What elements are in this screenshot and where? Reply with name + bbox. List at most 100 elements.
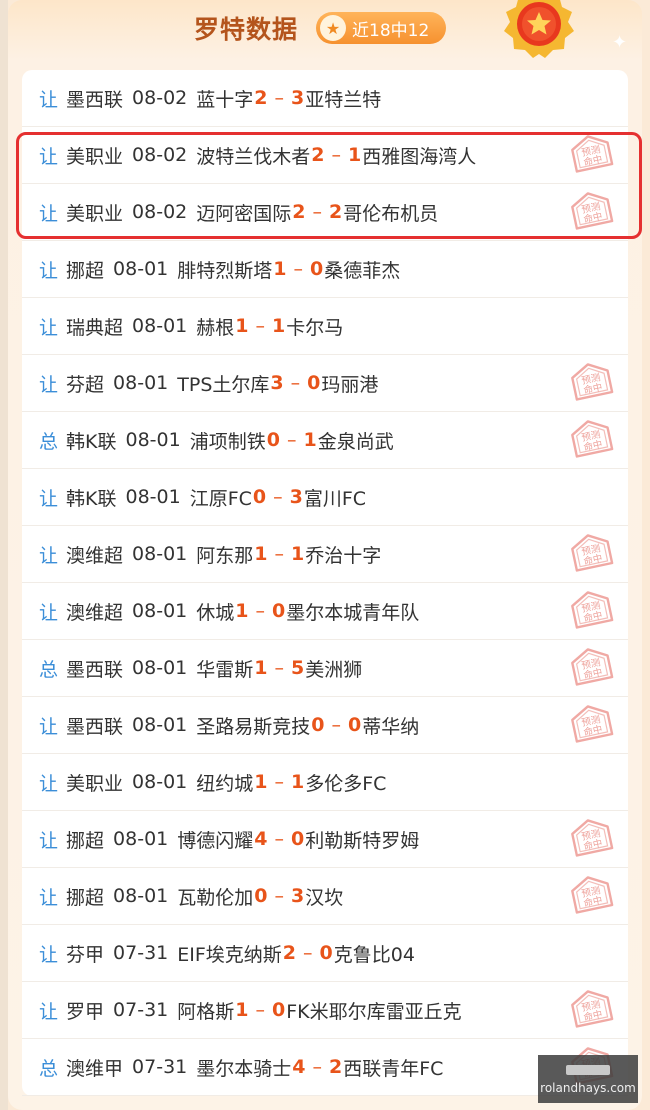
home-score: 1 bbox=[235, 315, 249, 337]
match-row[interactable]: 让美职业 08-02 迈阿密国际 2–2 哥伦布机员 预测 命中 bbox=[22, 184, 628, 241]
away-score: 3 bbox=[291, 885, 305, 907]
score-dash: – bbox=[255, 600, 266, 622]
match-row[interactable]: 让美职业 08-02 波特兰伐木者 2–1 西雅图海湾人 预测 命中 bbox=[22, 127, 628, 184]
away-score: 1 bbox=[272, 315, 286, 337]
league-name: 挪超 bbox=[66, 829, 105, 852]
match-row[interactable]: 让澳维超 08-01 休城 1–0 墨尔本城青年队 预测 命中 bbox=[22, 583, 628, 640]
away-team: 利勒斯特罗姆 bbox=[305, 829, 420, 852]
prediction-hit-stamp-icon: 预测 命中 bbox=[566, 703, 618, 749]
match-date: 08-01 bbox=[132, 771, 188, 793]
bet-type-label: 让 bbox=[39, 316, 59, 339]
match-date: 08-01 bbox=[113, 372, 169, 394]
home-team: 纽约城 bbox=[196, 772, 254, 795]
league-name: 墨西联 bbox=[66, 715, 124, 738]
bet-type-label: 让 bbox=[39, 943, 59, 966]
match-row[interactable]: 让罗甲 07-31 阿格斯 1–0 FK米耶尔库雷亚丘克 预测 命中 bbox=[22, 982, 628, 1039]
prediction-hit-stamp-icon: 预测 命中 bbox=[566, 589, 618, 635]
score-dash: – bbox=[274, 885, 285, 907]
home-team: 腓特烈斯塔 bbox=[177, 259, 273, 282]
bet-type-label: 让 bbox=[39, 829, 59, 852]
match-row[interactable]: 让芬超 08-01 TPS土尔库 3–0 玛丽港 预测 命中 bbox=[22, 355, 628, 412]
away-team: 汉坎 bbox=[305, 886, 344, 909]
home-score: 2 bbox=[254, 87, 268, 109]
score-dash: – bbox=[274, 543, 285, 565]
away-team: 蒂华纳 bbox=[362, 715, 420, 738]
home-team: 瓦勒伦加 bbox=[177, 886, 254, 909]
match-row[interactable]: 让墨西联 08-02 蓝十字 2–3 亚特兰特 bbox=[22, 70, 628, 127]
score-dash: – bbox=[255, 315, 266, 337]
home-team: 墨尔本骑士 bbox=[196, 1057, 292, 1080]
home-score: 0 bbox=[266, 429, 280, 451]
league-name: 美职业 bbox=[66, 772, 124, 795]
home-score: 4 bbox=[292, 1056, 306, 1078]
away-team: 乔治十字 bbox=[305, 544, 382, 567]
match-date: 08-01 bbox=[113, 258, 169, 280]
match-row[interactable]: 让挪超 08-01 瓦勒伦加 0–3 汉坎 预测 命中 bbox=[22, 868, 628, 925]
score-dash: – bbox=[286, 429, 297, 451]
away-score: 3 bbox=[291, 87, 305, 109]
away-team: 桑德菲杰 bbox=[324, 259, 401, 282]
match-row[interactable]: 让韩K联 08-01 江原FC 0–3 富川FC bbox=[22, 469, 628, 526]
away-team: 西雅图海湾人 bbox=[362, 145, 477, 168]
match-list: 让墨西联 08-02 蓝十字 2–3 亚特兰特让美职业 08-02 波特兰伐木者 2–1 西雅图… bbox=[22, 70, 628, 1096]
home-score: 2 bbox=[282, 942, 297, 964]
away-score: 1 bbox=[303, 429, 317, 451]
away-team: 多伦多FC bbox=[305, 772, 387, 795]
match-row[interactable]: 总墨西联 08-01 华雷斯 1–5 美洲狮 预测 命中 bbox=[22, 640, 628, 697]
home-team: 博德闪耀 bbox=[177, 829, 254, 852]
bet-type-label: 让 bbox=[39, 88, 59, 111]
home-team: 迈阿密国际 bbox=[196, 202, 292, 225]
match-row[interactable]: 让挪超 08-01 腓特烈斯塔 1–0 桑德菲杰 bbox=[22, 241, 628, 298]
match-date: 08-01 bbox=[113, 828, 169, 850]
match-row[interactable]: 让芬甲 07-31 EIF埃克纳斯 2–0 克鲁比04 bbox=[22, 925, 628, 982]
home-team: 蓝十字 bbox=[196, 88, 254, 111]
match-date: 08-02 bbox=[132, 201, 188, 223]
prediction-hit-stamp-icon: 预测 命中 bbox=[566, 532, 618, 578]
bet-type-label: 让 bbox=[39, 1000, 59, 1023]
match-row[interactable]: 让澳维超 08-01 阿东那 1–1 乔治十字 预测 命中 bbox=[22, 526, 628, 583]
match-row[interactable]: 总韩K联 08-01 浦项制铁 0–1 金泉尚武 预测 命中 bbox=[22, 412, 628, 469]
bet-type-label: 让 bbox=[39, 259, 59, 282]
match-date: 08-02 bbox=[132, 87, 188, 109]
home-team: 波特兰伐木者 bbox=[196, 145, 311, 168]
record-badge-label: 近18中12 bbox=[352, 20, 430, 41]
bet-type-label: 让 bbox=[39, 544, 59, 567]
score-dash: – bbox=[293, 258, 304, 280]
league-name: 芬甲 bbox=[66, 943, 105, 966]
match-row[interactable]: 让美职业 08-01 纽约城 1–1 多伦多FC bbox=[22, 754, 628, 811]
score-dash: – bbox=[331, 714, 342, 736]
match-row[interactable]: 让墨西联 08-01 圣路易斯竞技 0–0 蒂华纳 预测 命中 bbox=[22, 697, 628, 754]
home-score: 1 bbox=[235, 600, 249, 622]
bet-type-label: 让 bbox=[39, 373, 59, 396]
match-row[interactable]: 让挪超 08-01 博德闪耀 4–0 利勒斯特罗姆 预测 命中 bbox=[22, 811, 628, 868]
home-score: 2 bbox=[292, 201, 306, 223]
score-dash: – bbox=[312, 201, 323, 223]
prediction-hit-stamp-icon: 预测 命中 bbox=[566, 646, 618, 692]
prediction-hit-stamp-icon: 预测 命中 bbox=[566, 190, 618, 236]
bet-type-label: 让 bbox=[39, 715, 59, 738]
home-score: 4 bbox=[254, 828, 268, 850]
score-dash: – bbox=[274, 828, 285, 850]
home-team: TPS土尔库 bbox=[177, 373, 270, 396]
home-team: EIF埃克纳斯 bbox=[177, 943, 282, 966]
league-name: 罗甲 bbox=[66, 1000, 105, 1023]
away-score: 1 bbox=[348, 144, 362, 166]
bet-type-label: 总 bbox=[39, 658, 59, 681]
home-score: 1 bbox=[254, 657, 268, 679]
away-score: 0 bbox=[307, 372, 321, 394]
match-row[interactable]: 让瑞典超 08-01 赫根 1–1 卡尔马 bbox=[22, 298, 628, 355]
away-score: 1 bbox=[291, 771, 305, 793]
home-team: 浦项制铁 bbox=[189, 430, 266, 453]
home-score: 1 bbox=[254, 543, 268, 565]
league-name: 澳维甲 bbox=[66, 1057, 124, 1080]
home-score: 0 bbox=[254, 885, 268, 907]
home-team: 江原FC bbox=[189, 487, 252, 510]
match-date: 08-01 bbox=[113, 885, 169, 907]
away-team: 亚特兰特 bbox=[305, 88, 382, 111]
away-score: 0 bbox=[310, 258, 324, 280]
league-name: 墨西联 bbox=[66, 658, 124, 681]
score-dash: – bbox=[274, 657, 285, 679]
record-badge[interactable]: ★ 近18中12 bbox=[316, 12, 446, 44]
match-date: 08-01 bbox=[132, 657, 188, 679]
home-team: 赫根 bbox=[196, 316, 235, 339]
